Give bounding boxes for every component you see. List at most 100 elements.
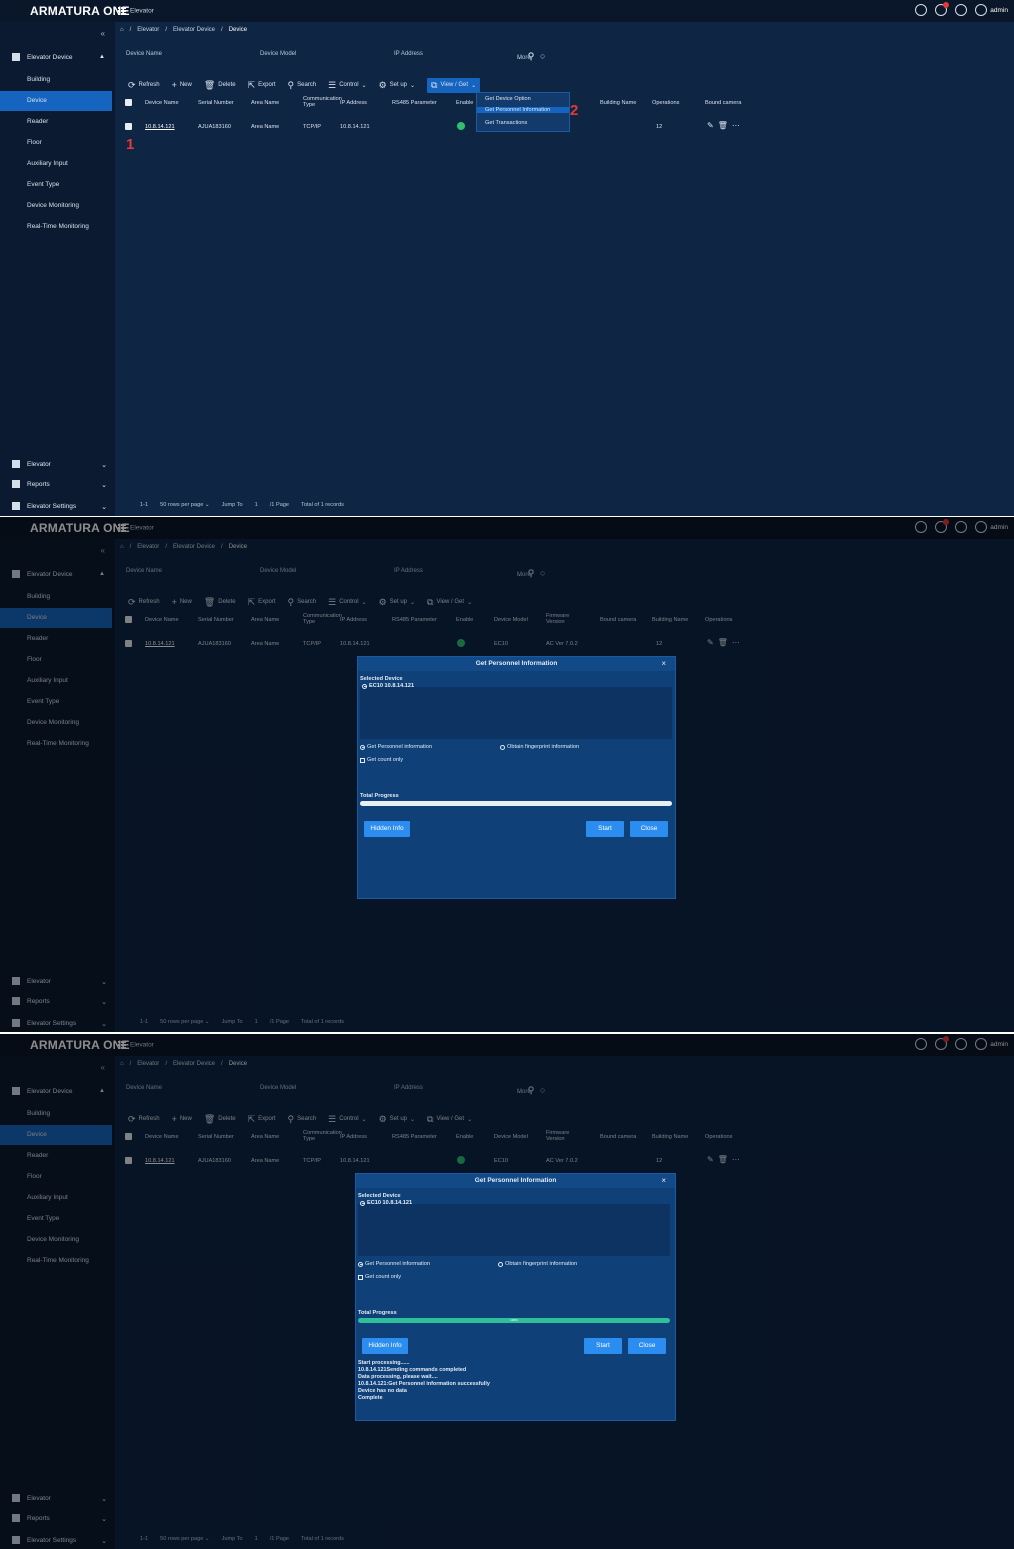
close-button[interactable]: Close <box>630 821 668 837</box>
device-name-filter[interactable]: Device Name <box>126 51 162 57</box>
ip-address-filter[interactable]: IP Address <box>394 1085 423 1091</box>
sidebar-reports[interactable]: Reports ⌄ <box>0 995 115 1009</box>
export-button[interactable]: ⇱ Export <box>248 80 276 91</box>
new-button[interactable]: + New <box>172 80 192 90</box>
device-radio[interactable]: EC10 10.8.14.121 <box>360 1200 412 1206</box>
sidebar-item-event-type[interactable]: Event Type <box>0 692 112 712</box>
view-get-button[interactable]: ⧉ View / Get ⌄ <box>427 597 472 608</box>
get-count-only-checkbox[interactable]: Get count only <box>358 1274 401 1280</box>
delete-button[interactable]: 🗑 Delete <box>204 1114 236 1125</box>
new-button[interactable]: + New <box>172 597 192 607</box>
row-checkbox[interactable] <box>125 640 132 647</box>
help-icon[interactable] <box>915 521 928 533</box>
notification-icon[interactable] <box>935 1036 950 1050</box>
control-button[interactable]: ☰ Control ⌄ <box>328 1114 366 1125</box>
sidebar-elevator-settings[interactable]: Elevator Settings ⌄ <box>0 1534 115 1548</box>
hidden-info-button[interactable]: Hidden Info <box>364 821 410 837</box>
sidebar-elevator-settings[interactable]: Elevator Settings ⌄ <box>0 1017 115 1031</box>
sidebar-item-real-time-monitoring[interactable]: Real-Time Monitoring <box>0 217 112 237</box>
sidebar-item-device-monitoring[interactable]: Device Monitoring <box>0 196 112 216</box>
get-count-only-checkbox[interactable]: Get count only <box>360 757 403 763</box>
sidebar-elevator[interactable]: Elevator ⌄ <box>0 975 115 989</box>
ip-address-filter[interactable]: IP Address <box>394 568 423 574</box>
per-page-select[interactable]: 50 rows per page ⌄ <box>160 1019 209 1025</box>
control-button[interactable]: ☰ Control ⌄ <box>328 597 366 608</box>
sidebar-item-auxiliary-input[interactable]: Auxiliary Input <box>0 1188 112 1208</box>
menu-item-get-personnel-information[interactable]: Get Personnel Information <box>477 107 569 113</box>
sidebar-item-reader[interactable]: Reader <box>0 1146 112 1166</box>
device-name-filter[interactable]: Device Name <box>126 568 162 574</box>
user-menu[interactable]: admin <box>975 1038 1008 1050</box>
row-operations[interactable]: ✎ 🗑 ⋯ <box>707 638 740 647</box>
close-icon[interactable]: × <box>661 1176 666 1185</box>
hidden-info-button[interactable]: Hidden Info <box>362 1338 408 1354</box>
sidebar-item-reader[interactable]: Reader <box>0 629 112 649</box>
notification-icon[interactable] <box>935 519 950 533</box>
module-switcher[interactable]: Elevator <box>118 7 154 15</box>
page-input[interactable]: 1 <box>255 1536 258 1542</box>
sidebar-item-building[interactable]: Building <box>0 70 112 90</box>
sidebar-reports[interactable]: Reports ⌄ <box>0 478 115 492</box>
device-model-filter[interactable]: Device Model <box>260 51 296 57</box>
page-input[interactable]: 1 <box>255 1019 258 1025</box>
collapse-icon[interactable]: « <box>101 29 105 38</box>
select-all-checkbox[interactable] <box>125 616 132 623</box>
search-button[interactable]: ⚲ Search <box>288 597 317 608</box>
device-name-link[interactable]: 10.8.14.121 <box>145 641 175 647</box>
sidebar-item-device[interactable]: Device <box>0 1125 112 1145</box>
device-name-filter[interactable]: Device Name <box>126 1085 162 1091</box>
option-obtain-fingerprint[interactable]: Obtain fingerprint information <box>498 1261 577 1267</box>
select-all-checkbox[interactable] <box>125 1133 132 1140</box>
export-button[interactable]: ⇱ Export <box>248 597 276 608</box>
start-button[interactable]: Start <box>586 821 624 837</box>
more-filters-button[interactable]: More ⌄ ⚲ ○ <box>517 1085 545 1096</box>
option-get-personnel[interactable]: Get Personnel information <box>360 744 432 750</box>
help-icon[interactable] <box>915 4 928 16</box>
export-button[interactable]: ⇱ Export <box>248 1114 276 1125</box>
sidebar-item-floor[interactable]: Floor <box>0 1167 112 1187</box>
delete-button[interactable]: 🗑 Delete <box>204 80 236 91</box>
setup-button[interactable]: ⚙ Set up ⌄ <box>379 80 415 91</box>
device-model-filter[interactable]: Device Model <box>260 568 296 574</box>
new-button[interactable]: + New <box>172 1114 192 1124</box>
search-button[interactable]: ⚲ Search <box>288 1114 317 1125</box>
sidebar-item-device-monitoring[interactable]: Device Monitoring <box>0 713 112 733</box>
table-row[interactable]: 10.8.14.121 AJUA183160 Area Name TCP/IP … <box>120 637 1010 651</box>
control-button[interactable]: ☰ Control ⌄ <box>328 80 366 91</box>
user-center-icon[interactable] <box>955 1038 968 1050</box>
module-switcher[interactable]: Elevator <box>118 524 154 532</box>
user-menu[interactable]: admin <box>975 521 1008 533</box>
menu-item-get-device-option[interactable]: Get Device Option <box>485 96 531 102</box>
sidebar-reports[interactable]: Reports ⌄ <box>0 1512 115 1526</box>
sidebar-item-building[interactable]: Building <box>0 1104 112 1124</box>
sidebar-item-event-type[interactable]: Event Type <box>0 175 112 195</box>
sidebar-item-real-time-monitoring[interactable]: Real-Time Monitoring <box>0 1251 112 1271</box>
device-model-filter[interactable]: Device Model <box>260 1085 296 1091</box>
sidebar-item-device[interactable]: Device <box>0 91 112 111</box>
more-filters-button[interactable]: More ⌄ ⚲ ○ <box>517 51 545 62</box>
refresh-button[interactable]: ⟳ Refresh <box>128 597 160 608</box>
row-checkbox[interactable] <box>125 1157 132 1164</box>
close-button[interactable]: Close <box>628 1338 666 1354</box>
per-page-select[interactable]: 50 rows per page ⌄ <box>160 1536 209 1542</box>
select-all-checkbox[interactable] <box>125 99 132 106</box>
table-row[interactable]: 10.8.14.121 AJUA183160 Area Name TCP/IP … <box>120 1154 1010 1168</box>
sidebar-item-device[interactable]: Device <box>0 608 112 628</box>
sidebar-elevator[interactable]: Elevator ⌄ <box>0 458 115 472</box>
sidebar-group-elevator-device[interactable]: Elevator Device ▲ <box>0 51 115 65</box>
start-button[interactable]: Start <box>584 1338 622 1354</box>
user-menu[interactable]: admin <box>975 4 1008 16</box>
search-button[interactable]: ⚲ Search <box>288 80 317 91</box>
refresh-button[interactable]: ⟳ Refresh <box>128 1114 160 1125</box>
sidebar-item-reader[interactable]: Reader <box>0 112 112 132</box>
more-filters-button[interactable]: More ⌄ ⚲ ○ <box>517 568 545 579</box>
sidebar-item-floor[interactable]: Floor <box>0 650 112 670</box>
sidebar-item-event-type[interactable]: Event Type <box>0 1209 112 1229</box>
sidebar-elevator-settings[interactable]: Elevator Settings ⌄ <box>0 500 115 514</box>
delete-button[interactable]: 🗑 Delete <box>204 597 236 608</box>
refresh-button[interactable]: ⟳ Refresh <box>128 80 160 91</box>
menu-item-get-transactions[interactable]: Get Transactions <box>485 120 527 126</box>
option-obtain-fingerprint[interactable]: Obtain fingerprint information <box>500 744 579 750</box>
setup-button[interactable]: ⚙ Set up ⌄ <box>379 1114 415 1125</box>
view-get-button[interactable]: ⧉ View / Get ⌄ <box>427 1114 472 1125</box>
